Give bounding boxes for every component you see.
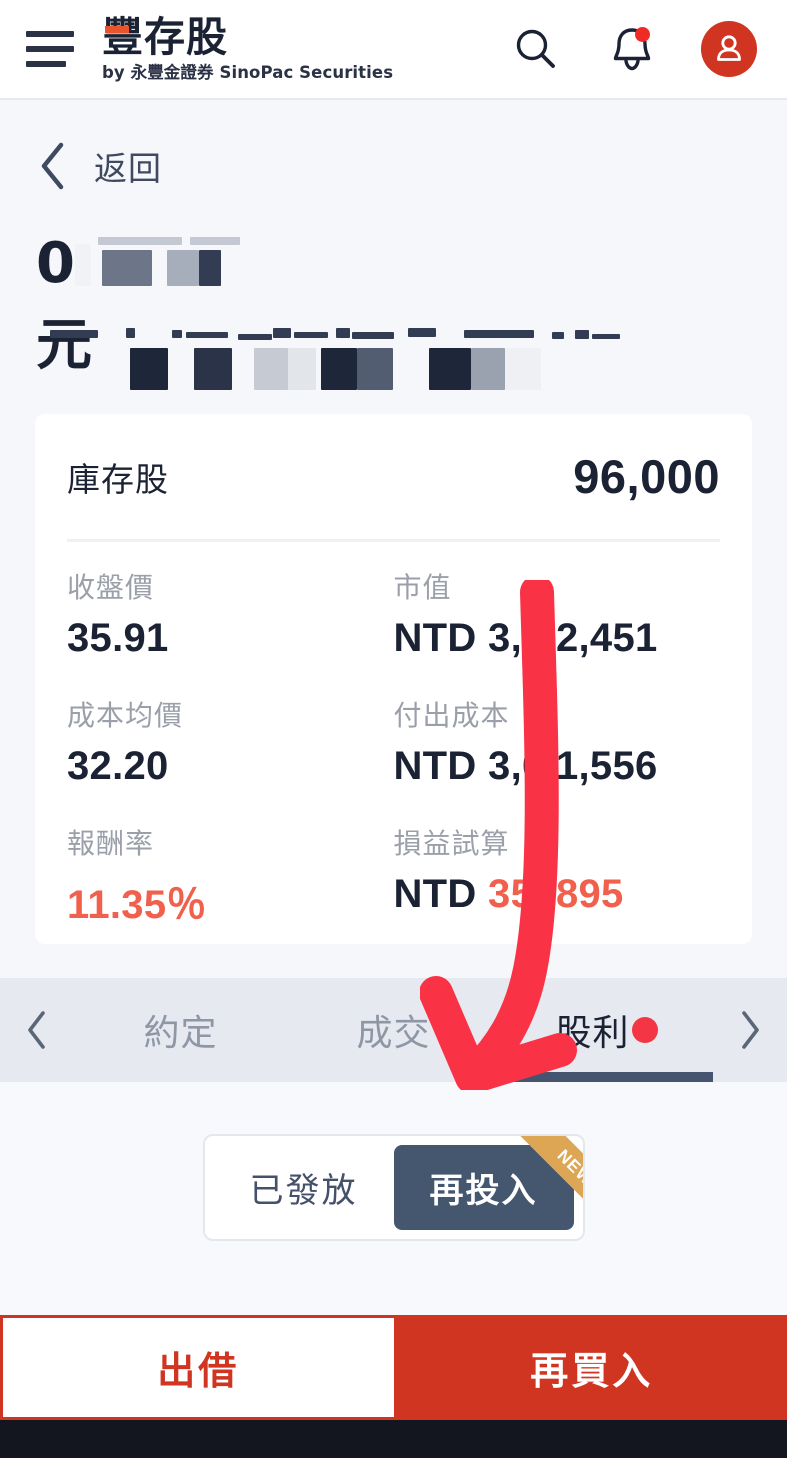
- metric-label: 成本均價: [67, 699, 184, 732]
- hamburger-line: [26, 61, 66, 67]
- metric-label: 損益試算: [393, 827, 510, 860]
- holdings-label: 庫存股: [67, 459, 169, 499]
- app-root: 豐存股 by 永豐金證券 SinoPac Securities 返回 0 元 庫…: [0, 0, 787, 1458]
- brand-logo[interactable]: 豐存股 by 永豐金證券 SinoPac Securities: [102, 16, 394, 82]
- redaction-block: [254, 348, 288, 390]
- redaction-block: [172, 330, 182, 338]
- redaction-block: [190, 237, 240, 245]
- metric-closing-price: 收盤價 35.91: [67, 562, 394, 690]
- metric-profit-loss: 損益試算 NTD 35 ,895: [394, 818, 721, 946]
- segmented-control: 已發放 再投入 NEW: [202, 1134, 585, 1241]
- metric-value: 11.35％: [67, 883, 207, 927]
- redaction-block: [357, 348, 393, 390]
- metric-value-prefix: NTD: [393, 872, 489, 916]
- search-button[interactable]: [509, 22, 563, 76]
- tab-list: 約定 成交 股利: [74, 978, 713, 1082]
- redaction-block: [288, 348, 316, 390]
- segment-option-reinvest[interactable]: 再投入: [393, 1145, 574, 1230]
- redaction-block: [130, 348, 168, 390]
- holdings-value: 96,000: [573, 450, 720, 503]
- redaction-block: [75, 244, 91, 286]
- redaction-block: [352, 332, 394, 339]
- redaction-block: [505, 348, 541, 390]
- metric-return-rate: 報酬率 11.35％: [67, 818, 394, 946]
- notifications-button[interactable]: [605, 22, 659, 76]
- lend-button[interactable]: 出借: [0, 1315, 397, 1420]
- redaction-block: [471, 348, 505, 390]
- home-indicator-bar: [0, 1420, 787, 1458]
- metrics-grid: 收盤價 35.91 市值 NTD 3,4 2,451 成本均價 32.20 付出…: [67, 542, 720, 946]
- brand-subtitle: by 永豐金證券 SinoPac Securities: [102, 62, 394, 82]
- page-title-line-1: 0: [30, 228, 770, 300]
- metric-value: 35.91: [67, 616, 169, 660]
- page-title: 0 元: [30, 228, 770, 396]
- hamburger-line: [26, 46, 74, 52]
- app-header: 豐存股 by 永豐金證券 SinoPac Securities: [0, 0, 787, 100]
- metric-total-cost: 付出成本 NTD 3,0 1,556: [394, 690, 721, 818]
- tab-label: 成交: [356, 1013, 431, 1054]
- metric-value: NTD 3,0 1,556: [393, 744, 658, 788]
- metric-average-cost: 成本均價 32.20: [67, 690, 394, 818]
- dividend-panel: 已發放 再投入 NEW: [0, 1082, 787, 1335]
- redaction-block: [273, 328, 291, 338]
- redaction-block: [592, 334, 620, 339]
- chevron-left-icon: [38, 140, 68, 192]
- back-button-label: 返回: [94, 149, 162, 188]
- account-avatar[interactable]: [701, 21, 757, 77]
- metric-label: 市值: [393, 571, 452, 604]
- hamburger-line: [26, 31, 74, 37]
- redaction-block: [50, 330, 98, 338]
- segment-option-issued[interactable]: 已發放: [214, 1145, 394, 1230]
- redaction-block: [98, 237, 182, 245]
- back-button[interactable]: 返回: [0, 102, 787, 230]
- chevron-right-icon: [742, 1011, 759, 1049]
- bottom-action-bar: 出借 再買入: [0, 1315, 787, 1420]
- tab-next-button[interactable]: [713, 1009, 787, 1051]
- tab-transactions[interactable]: 成交: [287, 978, 500, 1082]
- redaction-block: [408, 328, 436, 337]
- metric-label: 付出成本: [393, 699, 510, 732]
- redaction-block: [126, 328, 135, 338]
- user-avatar-icon: [717, 35, 741, 61]
- metric-label: 收盤價: [67, 571, 155, 604]
- page-title-line-2: 元: [30, 300, 770, 396]
- metric-value-amount: 35 ,895: [488, 872, 624, 916]
- buy-again-button[interactable]: 再買入: [396, 1315, 787, 1420]
- redaction-block: [552, 332, 564, 339]
- metric-value: 32.20: [67, 744, 169, 788]
- tab-bar: 約定 成交 股利: [0, 978, 787, 1082]
- holdings-row: 庫存股 96,000: [67, 414, 720, 542]
- redaction-block: [102, 250, 152, 286]
- redaction-block: [429, 348, 471, 390]
- tab-label: 約定: [143, 1013, 218, 1054]
- redaction-block: [575, 330, 589, 339]
- redaction-block: [238, 334, 272, 340]
- tab-agreement[interactable]: 約定: [74, 978, 287, 1082]
- tab-dividends[interactable]: 股利: [500, 978, 713, 1082]
- hamburger-menu-icon[interactable]: [22, 26, 74, 72]
- redaction-block: [194, 348, 232, 390]
- redaction-block: [464, 330, 534, 338]
- tab-prev-button[interactable]: [0, 1009, 74, 1051]
- redaction-block: [321, 348, 357, 390]
- page-title-visible-1: 0: [36, 231, 75, 296]
- metric-value: NTD 35 ,895: [394, 872, 721, 917]
- redaction-block: [336, 328, 350, 338]
- summary-card: 庫存股 96,000 收盤價 35.91 市值 NTD 3,4 2,451 成本…: [35, 414, 752, 944]
- search-icon: [516, 29, 555, 68]
- header-actions: [509, 21, 765, 77]
- chevron-left-icon: [28, 1011, 45, 1049]
- page-title-visible-2: 元: [36, 313, 92, 378]
- redaction-block: [199, 250, 221, 286]
- metric-market-value: 市值 NTD 3,4 2,451: [394, 562, 721, 690]
- redaction-block: [186, 332, 228, 338]
- tab-badge-dot: [631, 1017, 658, 1043]
- brand-title: 豐存股: [102, 16, 393, 58]
- metric-value: NTD 3,4 2,451: [393, 616, 658, 660]
- notification-badge: [635, 27, 650, 42]
- redaction-block: [167, 250, 199, 286]
- redaction-block: [294, 332, 328, 338]
- tab-label: 股利: [555, 1013, 630, 1054]
- metric-label: 報酬率: [67, 827, 155, 860]
